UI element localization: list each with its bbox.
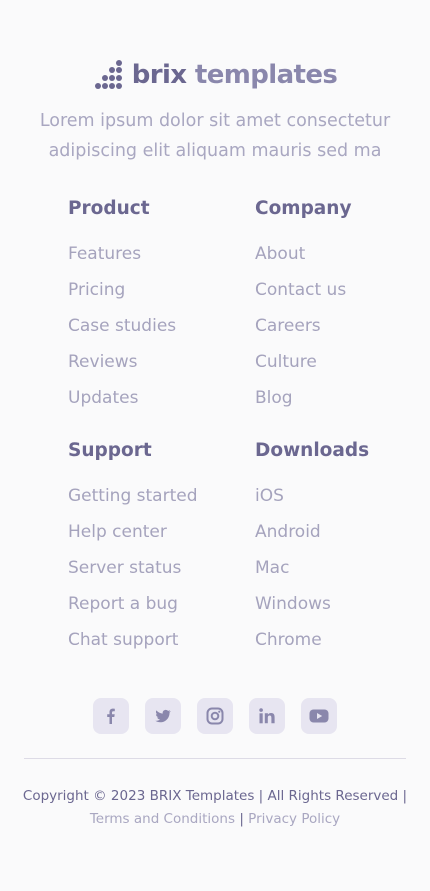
footer-column-product: Product Features Pricing Case studies Re… <box>68 194 238 416</box>
footer-link-contact-us[interactable]: Contact us <box>255 272 425 308</box>
youtube-icon <box>309 709 329 723</box>
footer-link-culture[interactable]: Culture <box>255 344 425 380</box>
footer-link-android[interactable]: Android <box>255 514 425 550</box>
footer-link-getting-started[interactable]: Getting started <box>68 478 238 514</box>
social-linkedin-button[interactable] <box>249 698 285 734</box>
brix-logo-icon <box>94 60 122 89</box>
footer-column-downloads: Downloads iOS Android Mac Windows Chrome <box>255 436 425 658</box>
instagram-icon <box>206 707 224 725</box>
footer: brix templates Lorem ipsum dolor sit ame… <box>0 0 430 891</box>
footer-divider <box>24 758 406 759</box>
footer-link-careers[interactable]: Careers <box>255 308 425 344</box>
twitter-icon <box>155 709 172 723</box>
footer-link-pricing[interactable]: Pricing <box>68 272 238 308</box>
privacy-link[interactable]: Privacy Policy <box>248 811 340 827</box>
column-title: Company <box>255 198 352 219</box>
footer-link-windows[interactable]: Windows <box>255 586 425 622</box>
footer-link-chat-support[interactable]: Chat support <box>68 622 238 658</box>
footer-link-updates[interactable]: Updates <box>68 380 238 416</box>
social-facebook-button[interactable] <box>93 698 129 734</box>
footer-link-features[interactable]: Features <box>68 236 238 272</box>
social-youtube-button[interactable] <box>301 698 337 734</box>
footer-link-about[interactable]: About <box>255 236 425 272</box>
legal-separator: | <box>239 811 244 827</box>
footer-description: Lorem ipsum dolor sit amet consectetur a… <box>39 111 391 161</box>
footer-link-report-a-bug[interactable]: Report a bug <box>68 586 238 622</box>
terms-link[interactable]: Terms and Conditions <box>90 811 235 827</box>
footer-link-case-studies[interactable]: Case studies <box>68 308 238 344</box>
legal-links: Terms and Conditions | Privacy Policy <box>0 809 430 829</box>
linkedin-icon <box>259 708 275 724</box>
social-twitter-button[interactable] <box>145 698 181 734</box>
footer-link-ios[interactable]: iOS <box>255 478 425 514</box>
column-title: Downloads <box>255 440 370 461</box>
facebook-icon <box>107 708 115 724</box>
brand-word-brix: brix <box>131 60 187 90</box>
brand-wordmark: brix templates <box>132 58 338 92</box>
footer-link-blog[interactable]: Blog <box>255 380 425 416</box>
footer-link-reviews[interactable]: Reviews <box>68 344 238 380</box>
column-title: Support <box>68 440 152 461</box>
footer-link-help-center[interactable]: Help center <box>68 514 238 550</box>
footer-column-company: Company About Contact us Careers Culture… <box>255 194 425 416</box>
footer-link-server-status[interactable]: Server status <box>68 550 238 586</box>
column-title: Product <box>68 198 150 219</box>
copyright-text: Copyright © 2023 BRIX Templates | All Ri… <box>22 788 408 804</box>
brand-word-templates: templates <box>194 60 338 90</box>
social-links <box>0 698 430 734</box>
footer-link-chrome[interactable]: Chrome <box>255 622 425 658</box>
brand-logo[interactable]: brix templates <box>0 58 430 92</box>
social-instagram-button[interactable] <box>197 698 233 734</box>
footer-link-mac[interactable]: Mac <box>255 550 425 586</box>
footer-column-support: Support Getting started Help center Serv… <box>68 436 238 658</box>
